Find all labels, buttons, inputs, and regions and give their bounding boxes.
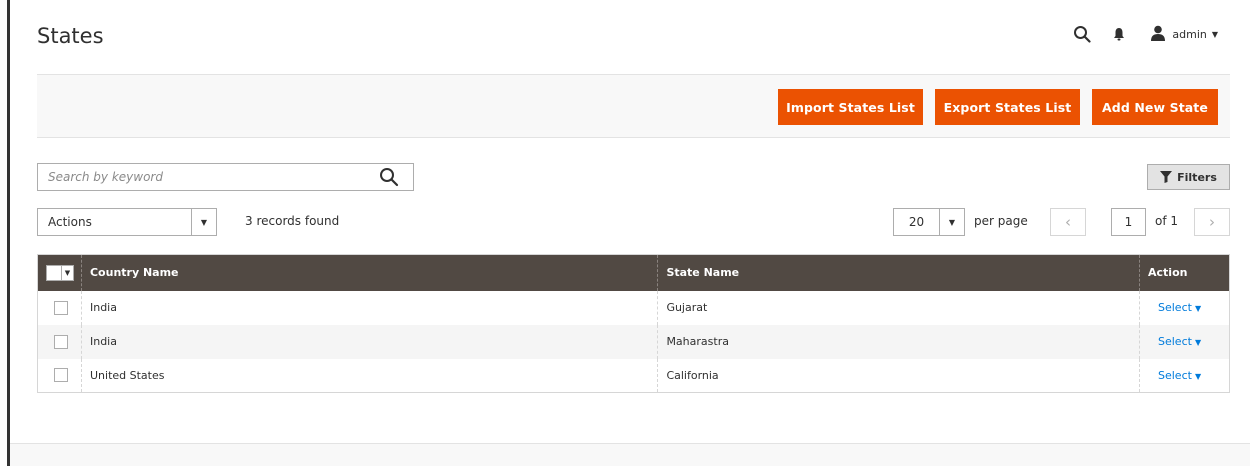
keyword-search xyxy=(37,163,414,191)
records-count: 3 records found xyxy=(245,214,340,228)
row-select-cell xyxy=(38,291,82,325)
action-cell: Select ▼ xyxy=(1139,358,1230,393)
chevron-down-icon: ▼ xyxy=(61,265,73,280)
chevron-down-icon: ▼ xyxy=(1194,338,1202,347)
table-row: India Gujarat Select ▼ xyxy=(37,290,1230,325)
search-icon[interactable] xyxy=(1070,22,1094,46)
current-page-input[interactable] xyxy=(1111,208,1146,236)
left-border xyxy=(7,0,10,466)
total-pages-label: of 1 xyxy=(1155,214,1179,228)
row-action-select[interactable]: Select ▼ xyxy=(1148,335,1201,348)
funnel-icon xyxy=(1160,171,1173,183)
per-page-dropdown[interactable]: 20 ▼ xyxy=(893,208,965,236)
column-header-action: Action xyxy=(1139,254,1230,291)
row-select-cell xyxy=(38,359,82,393)
row-checkbox[interactable] xyxy=(54,368,68,383)
state-cell: California xyxy=(657,358,1140,393)
table-row: India Maharastra Select ▼ xyxy=(37,324,1230,359)
states-grid: ▼ Country Name State Name Action India G… xyxy=(37,254,1230,393)
select-label: Select xyxy=(1158,335,1192,348)
row-action-select[interactable]: Select ▼ xyxy=(1148,301,1201,314)
chevron-left-icon: ‹ xyxy=(1065,213,1071,231)
country-cell: United States xyxy=(80,358,658,393)
chevron-down-icon: ▼ xyxy=(939,209,964,235)
header-actions: admin ▼ xyxy=(1070,22,1218,46)
chevron-right-icon: › xyxy=(1209,213,1215,231)
next-page-button[interactable]: › xyxy=(1194,208,1230,236)
chevron-down-icon: ▼ xyxy=(1194,304,1202,313)
chevron-down-icon: ▼ xyxy=(191,209,216,235)
search-input[interactable] xyxy=(38,164,368,190)
country-cell: India xyxy=(80,324,658,359)
import-states-button[interactable]: Import States List xyxy=(778,89,923,125)
state-cell: Gujarat xyxy=(657,290,1140,325)
add-new-state-button[interactable]: Add New State xyxy=(1092,89,1218,125)
column-header-state[interactable]: State Name xyxy=(657,254,1140,291)
page-footer xyxy=(10,443,1250,466)
search-submit-icon[interactable] xyxy=(379,167,399,187)
previous-page-button[interactable]: ‹ xyxy=(1050,208,1086,236)
row-checkbox[interactable] xyxy=(54,300,68,315)
filters-label: Filters xyxy=(1177,170,1217,184)
per-page-value: 20 xyxy=(908,215,925,229)
user-menu[interactable]: admin ▼ xyxy=(1150,25,1218,44)
bell-icon[interactable] xyxy=(1110,22,1128,46)
action-cell: Select ▼ xyxy=(1139,324,1230,359)
row-select-cell xyxy=(38,325,82,359)
filters-button[interactable]: Filters xyxy=(1147,164,1230,190)
state-cell: Maharastra xyxy=(657,324,1140,359)
mass-select-column: ▼ xyxy=(38,255,82,291)
mass-actions-label: Actions xyxy=(48,215,92,229)
action-cell: Select ▼ xyxy=(1139,290,1230,325)
row-checkbox[interactable] xyxy=(54,334,68,349)
mass-select-checkbox[interactable]: ▼ xyxy=(46,264,74,281)
export-states-button[interactable]: Export States List xyxy=(935,89,1080,125)
user-name: admin xyxy=(1172,27,1207,41)
mass-actions-dropdown[interactable]: Actions ▼ xyxy=(37,208,217,236)
select-label: Select xyxy=(1158,301,1192,314)
row-action-select[interactable]: Select ▼ xyxy=(1148,369,1201,382)
column-header-country[interactable]: Country Name xyxy=(80,254,658,291)
table-row: United States California Select ▼ xyxy=(37,358,1230,393)
country-cell: India xyxy=(80,290,658,325)
user-icon xyxy=(1150,25,1166,44)
page-title: States xyxy=(37,24,104,48)
select-label: Select xyxy=(1158,368,1192,382)
chevron-down-icon: ▼ xyxy=(1211,29,1218,39)
per-page-label: per page xyxy=(974,214,1028,228)
chevron-down-icon: ▼ xyxy=(1194,371,1202,381)
grid-header-row: ▼ Country Name State Name Action xyxy=(37,254,1230,291)
page-actions-bar: Import States List Export States List Ad… xyxy=(37,74,1230,138)
